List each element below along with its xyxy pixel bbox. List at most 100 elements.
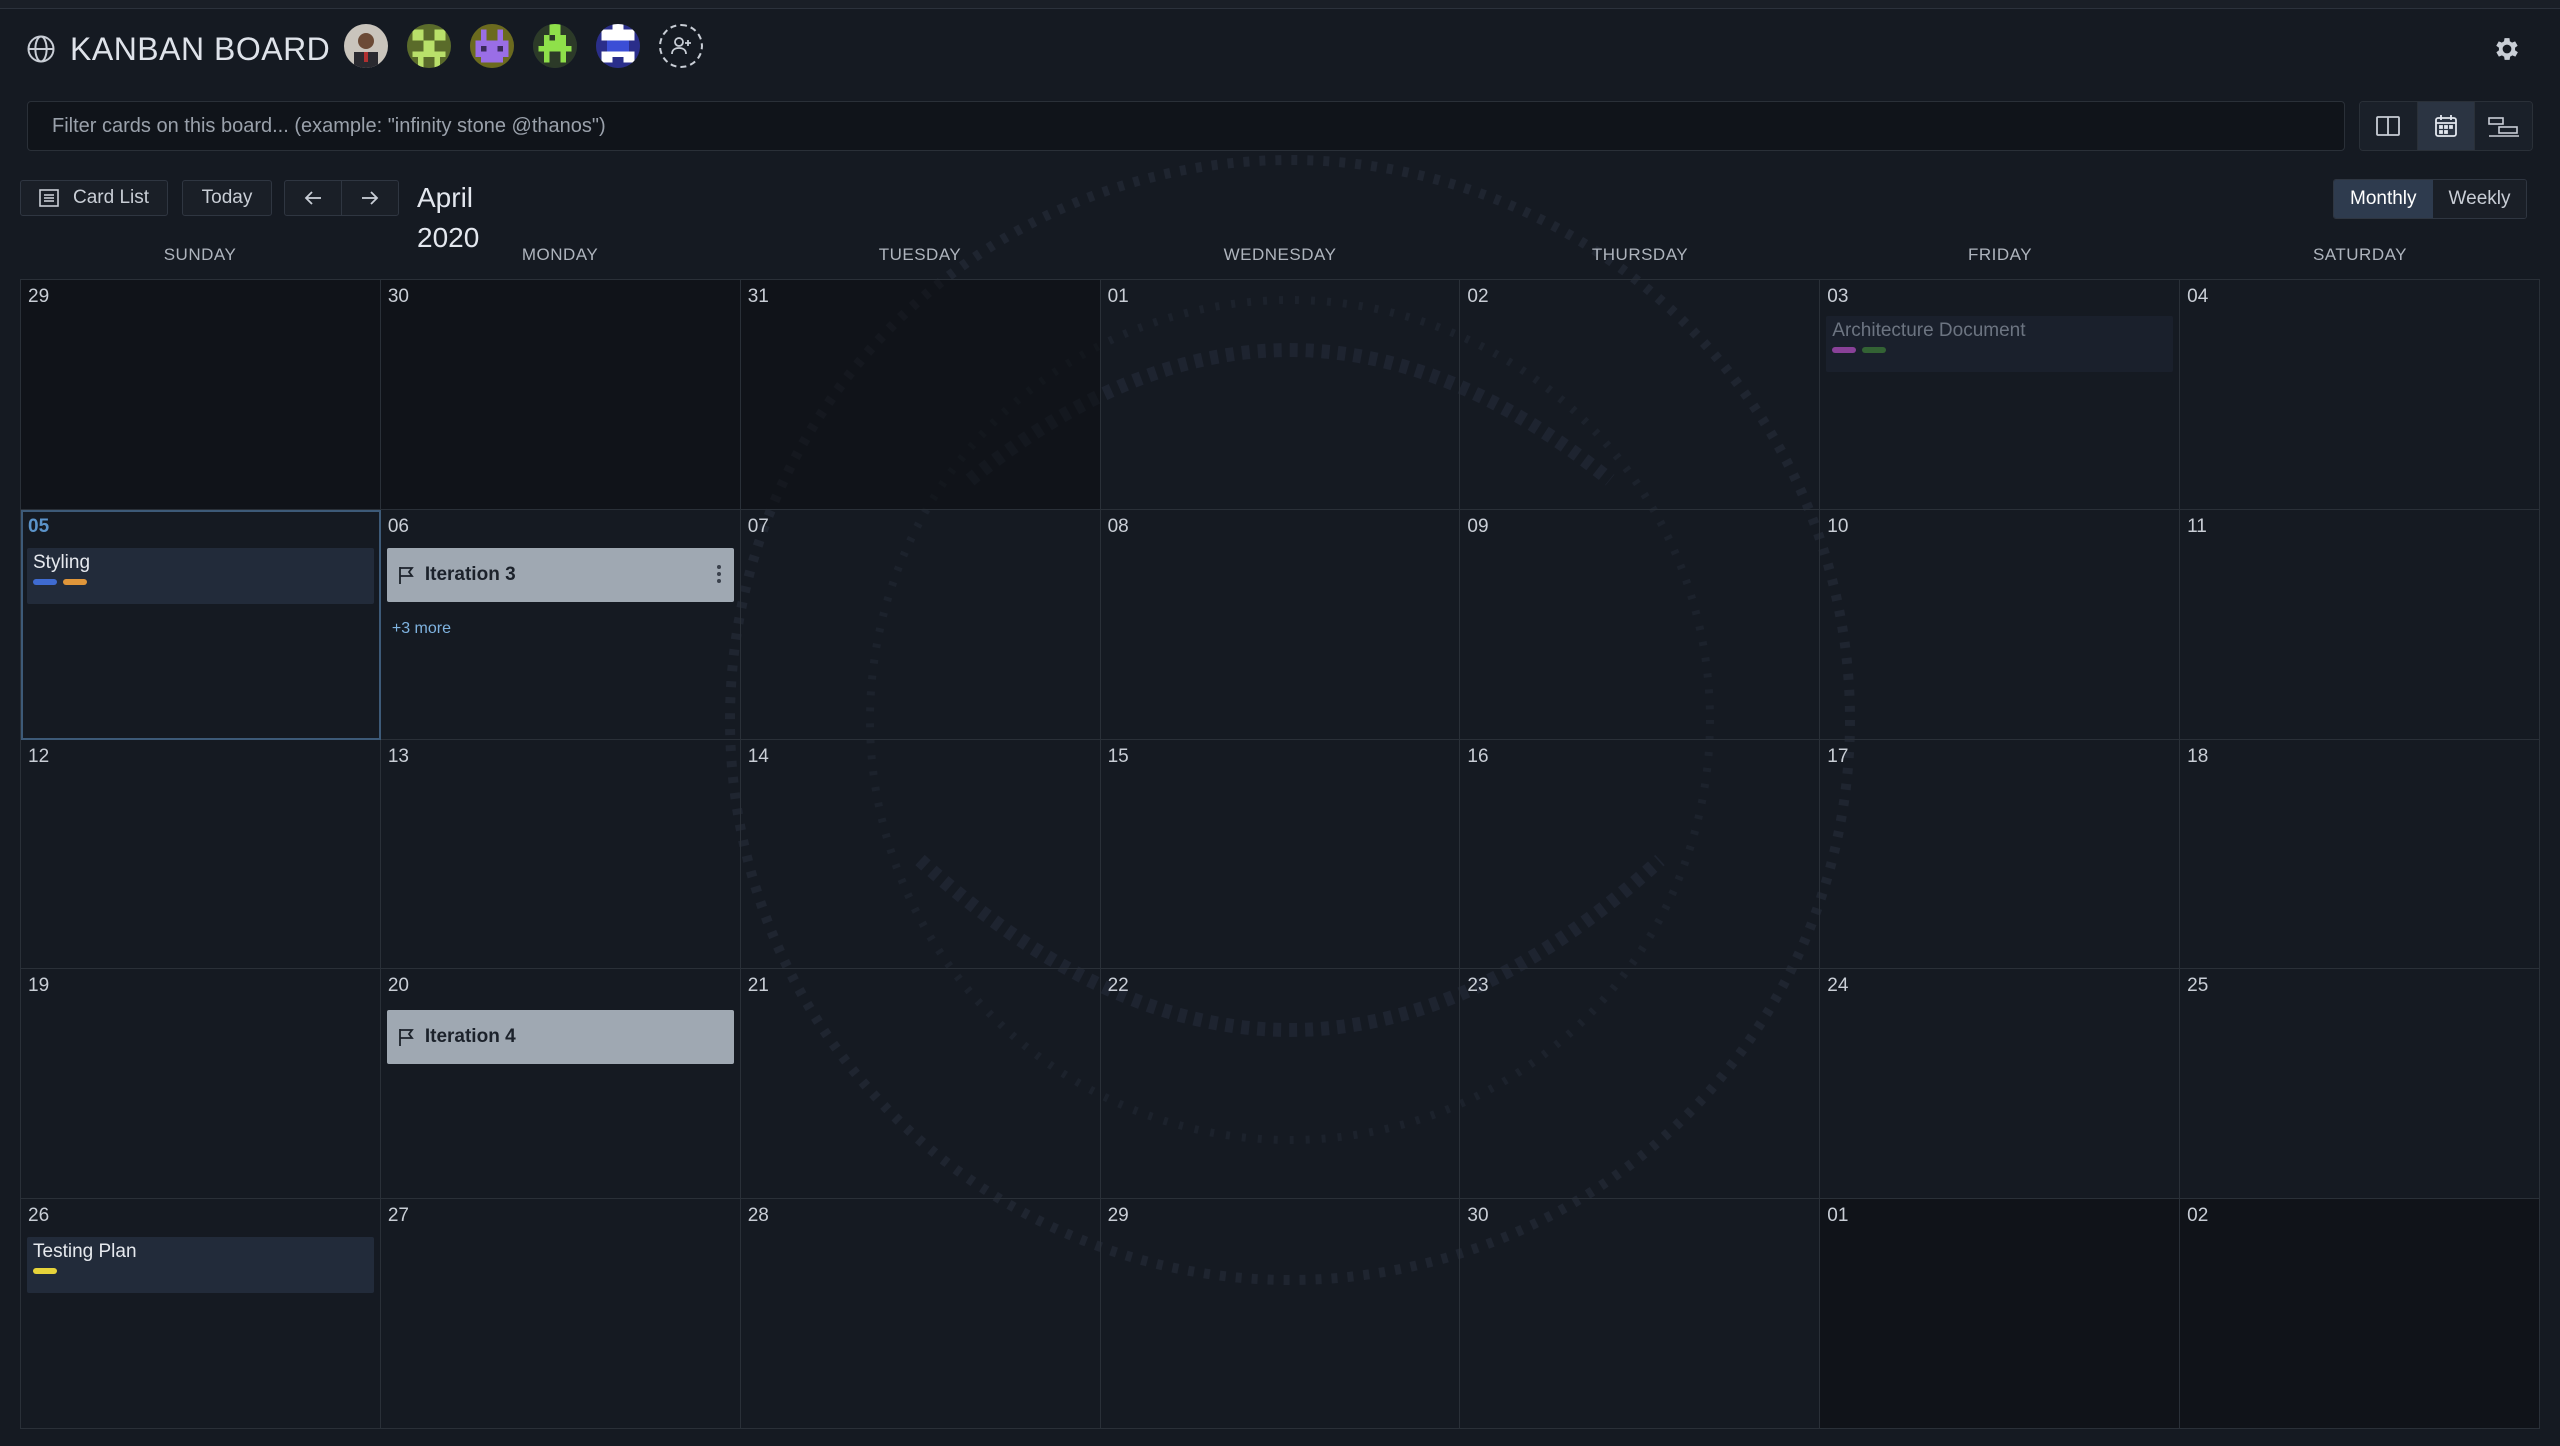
day-cell[interactable]: 11	[2180, 509, 2540, 740]
day-cell[interactable]: 24	[1820, 969, 2181, 1200]
weekday-label: TUESDAY	[878, 245, 962, 264]
day-cell[interactable]: 16	[1460, 739, 1821, 970]
flag-icon	[398, 1029, 414, 1047]
arrow-right-icon	[362, 191, 379, 205]
pixel-avatar-icon	[407, 24, 451, 68]
day-number: 04	[2187, 286, 2209, 307]
day-number: 03	[1827, 286, 1849, 307]
day-cell[interactable]: 15	[1100, 739, 1461, 970]
member-avatars	[344, 24, 703, 68]
day-cell[interactable]: 09	[1460, 509, 1821, 740]
more-cards-link[interactable]: +3 more	[392, 620, 451, 638]
add-member-button[interactable]	[659, 24, 703, 68]
day-cell[interactable]: 03 Architecture Document	[1820, 280, 2181, 510]
day-cell[interactable]: 27	[380, 1199, 741, 1429]
calendar-view-icon	[2435, 115, 2457, 137]
filter-bar	[27, 101, 2345, 151]
day-cell[interactable]: 22	[1100, 969, 1461, 1200]
board-title[interactable]: KANBAN BOARD	[70, 28, 330, 70]
board-view-icon	[2376, 116, 2401, 136]
view-switcher	[2359, 101, 2533, 151]
day-cell[interactable]: 26 Testing Plan	[21, 1199, 381, 1429]
card-labels	[1832, 347, 2167, 353]
timeline-view-button[interactable]	[2474, 102, 2532, 150]
flag-icon	[398, 566, 414, 584]
card-architecture-document[interactable]: Architecture Document	[1826, 316, 2174, 372]
avatar[interactable]	[470, 24, 514, 68]
day-cell[interactable]: 30	[380, 280, 741, 510]
day-cell[interactable]: 30	[1460, 1199, 1821, 1429]
day-number: 01	[1107, 286, 1129, 307]
day-cell[interactable]: 20 Iteration 4	[380, 969, 741, 1200]
day-number: 19	[28, 975, 50, 997]
day-cell[interactable]: 17	[1820, 739, 2181, 970]
day-number: 11	[2187, 515, 2207, 537]
day-number: 23	[1467, 975, 1489, 997]
day-cell[interactable]: 28	[740, 1199, 1101, 1429]
add-member-icon	[671, 37, 691, 55]
weekday-label: THURSDAY	[1591, 245, 1689, 264]
day-number: 30	[1467, 1205, 1489, 1227]
avatar[interactable]	[596, 24, 640, 68]
day-cell[interactable]: 21	[740, 969, 1101, 1200]
day-cell[interactable]: 29	[21, 280, 381, 510]
next-month-button[interactable]	[341, 180, 399, 216]
label-chip	[63, 578, 87, 585]
day-cell[interactable]: 25	[2180, 969, 2540, 1200]
calendar-view-button[interactable]	[2416, 102, 2475, 150]
day-number: 18	[2187, 745, 2209, 767]
day-cell[interactable]: 31	[740, 280, 1101, 510]
day-number: 28	[747, 1205, 769, 1227]
day-cell[interactable]: 08	[1100, 509, 1461, 740]
milestone-title: Iteration 4	[424, 1026, 516, 1048]
card-list-button[interactable]: Card List	[20, 180, 168, 216]
board-view-button[interactable]	[2360, 102, 2417, 150]
milestone-iteration-4[interactable]: Iteration 4	[386, 1010, 734, 1065]
day-cell[interactable]: 01	[1100, 280, 1461, 510]
day-cell[interactable]: 10	[1820, 509, 2181, 740]
day-cell[interactable]: 14	[740, 739, 1101, 970]
more-options-icon[interactable]	[716, 564, 722, 584]
day-number: 14	[747, 745, 769, 767]
card-labels	[33, 1268, 368, 1275]
day-cell[interactable]: 01	[1820, 1199, 2181, 1429]
day-cell-today[interactable]: 05 Styling	[21, 509, 381, 740]
card-styling[interactable]: Styling	[27, 547, 374, 604]
list-icon	[39, 189, 59, 207]
avatar[interactable]	[533, 24, 577, 68]
day-cell[interactable]: 07	[740, 509, 1101, 740]
label-chip	[33, 578, 57, 585]
day-cell[interactable]: 29	[1100, 1199, 1461, 1429]
card-labels	[33, 578, 368, 585]
label-chip	[1832, 347, 1857, 353]
calendar-grid: 29 30 31 01 02 03 Architecture Document …	[20, 279, 2540, 1429]
day-number: 20	[387, 975, 409, 997]
day-number: 02	[1467, 286, 1489, 307]
day-cell[interactable]: 04	[2180, 280, 2540, 510]
day-number: 27	[387, 1205, 409, 1227]
day-number: 15	[1107, 745, 1129, 767]
avatar[interactable]	[407, 24, 451, 68]
today-button[interactable]: Today	[182, 180, 272, 216]
card-title: Styling	[33, 551, 91, 573]
gear-icon[interactable]	[2492, 34, 2522, 64]
monthly-button[interactable]: Monthly	[2334, 180, 2433, 218]
day-cell[interactable]: 12	[21, 739, 381, 970]
filter-input[interactable]	[28, 102, 2344, 150]
day-cell[interactable]: 19	[21, 969, 381, 1200]
globe-icon[interactable]	[26, 34, 56, 64]
day-cell[interactable]: 06 Iteration 3 +3 more	[380, 509, 741, 740]
day-number: 13	[387, 745, 409, 767]
day-cell[interactable]: 18	[2180, 739, 2540, 970]
avatar[interactable]	[344, 24, 388, 68]
milestone-iteration-3[interactable]: Iteration 3	[386, 547, 734, 602]
card-testing-plan[interactable]: Testing Plan	[27, 1237, 374, 1294]
day-cell[interactable]: 13	[380, 739, 741, 970]
day-cell[interactable]: 02	[2180, 1199, 2540, 1429]
weekday-label: WEDNESDAY	[1223, 245, 1337, 264]
day-cell[interactable]: 02	[1460, 280, 1821, 510]
previous-month-button[interactable]	[284, 180, 342, 216]
day-number: 22	[1107, 975, 1129, 997]
weekly-button[interactable]: Weekly	[2432, 180, 2527, 218]
day-cell[interactable]: 23	[1460, 969, 1821, 1200]
